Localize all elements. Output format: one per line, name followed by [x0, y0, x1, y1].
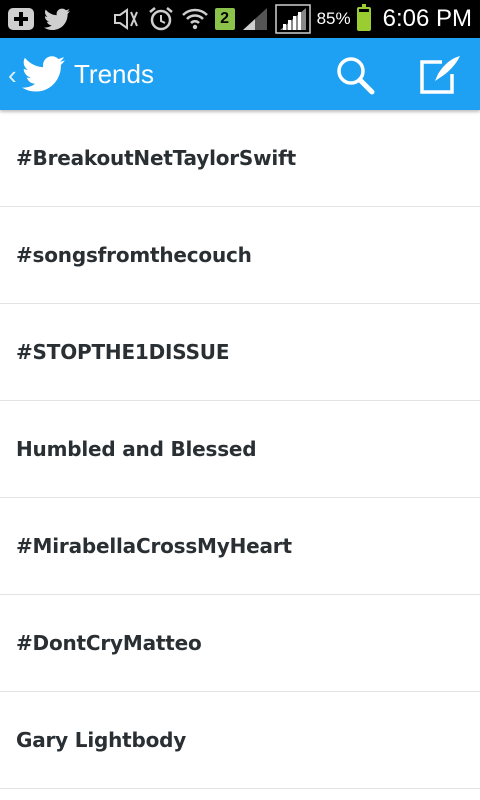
compose-icon[interactable] — [416, 54, 464, 96]
sim-badge: 2 — [214, 8, 235, 30]
trend-label: #DontCryMatteo — [16, 631, 202, 655]
action-bar: ‹ Trends — [0, 38, 480, 110]
signal-bars-icon — [241, 6, 269, 32]
back-chevron-icon[interactable]: ‹ — [8, 62, 17, 88]
battery-fill — [358, 12, 369, 29]
status-bar-left — [6, 4, 72, 34]
search-icon[interactable] — [334, 54, 376, 96]
trend-label: #BreakoutNetTaylorSwift — [16, 146, 296, 170]
status-bar-right: 2 85% 6:06 PM — [111, 4, 472, 34]
twitter-bird-icon[interactable] — [22, 56, 66, 92]
page-title: Trends — [74, 59, 154, 89]
trend-label: #MirabellaCrossMyHeart — [16, 534, 292, 558]
trends-list: #BreakoutNetTaylorSwift #songsfromthecou… — [0, 110, 480, 789]
mute-icon — [111, 6, 141, 32]
list-item[interactable]: #STOPTHE1DISSUE — [0, 304, 480, 401]
list-item[interactable]: Gary Lightbody — [0, 692, 480, 789]
signal-bars-icon — [274, 4, 311, 34]
wifi-icon — [181, 6, 209, 32]
list-item[interactable]: #MirabellaCrossMyHeart — [0, 498, 480, 595]
battery-percent: 85% — [316, 9, 351, 28]
battery-icon — [356, 4, 371, 31]
add-icon — [6, 6, 36, 32]
alarm-icon — [147, 6, 175, 32]
trend-label: #songsfromthecouch — [16, 243, 252, 267]
list-item[interactable]: #DontCryMatteo — [0, 595, 480, 692]
trend-label: Humbled and Blessed — [16, 437, 257, 461]
list-item[interactable]: #songsfromthecouch — [0, 207, 480, 304]
trend-label: Gary Lightbody — [16, 728, 187, 752]
twitter-notification-icon — [42, 6, 72, 32]
status-time: 6:06 PM — [382, 5, 472, 32]
list-item[interactable]: #BreakoutNetTaylorSwift — [0, 110, 480, 207]
trend-label: #STOPTHE1DISSUE — [16, 340, 230, 364]
list-item[interactable]: Humbled and Blessed — [0, 401, 480, 498]
status-bar: 2 85% 6:06 PM — [0, 0, 480, 38]
